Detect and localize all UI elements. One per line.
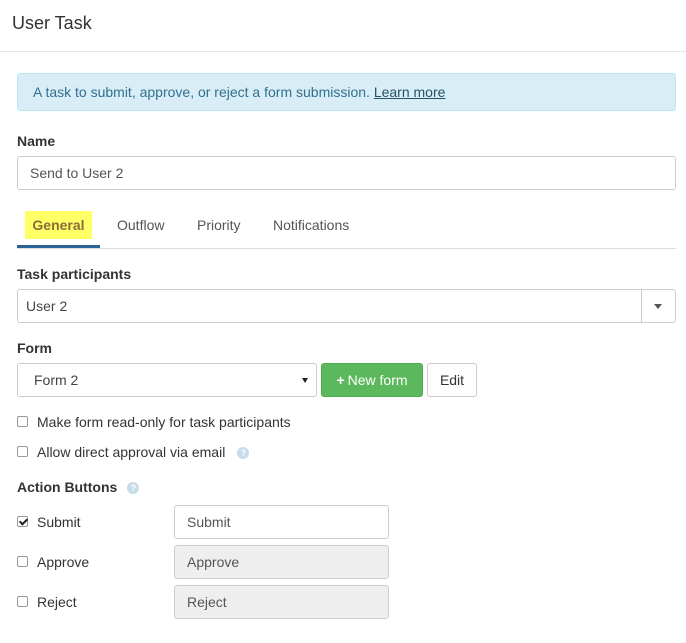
reject-option: Reject <box>17 592 167 612</box>
tab-notifications[interactable]: Notifications <box>273 205 349 248</box>
direct-approval-option: Allow direct approval via email? <box>17 442 417 462</box>
action-buttons-heading: Action Buttons <box>17 479 118 495</box>
submit-label: Submit <box>37 514 81 530</box>
reject-checkbox[interactable] <box>17 596 28 607</box>
question-circle-icon[interactable]: ? <box>237 447 250 460</box>
new-form-label: New form <box>347 372 408 388</box>
participants-value: User 2 <box>26 298 68 314</box>
approve-button-text-input <box>174 545 389 579</box>
panel-title: User Task <box>12 13 92 33</box>
reject-label: Reject <box>37 594 77 610</box>
form-select-value: Form 2 <box>34 372 79 388</box>
participants-label: Task participants <box>17 266 132 282</box>
caret-down-icon <box>654 304 662 309</box>
name-input[interactable] <box>17 156 676 190</box>
participants-select[interactable]: User 2 <box>17 289 676 323</box>
tab-general[interactable]: General <box>17 205 100 248</box>
plus-icon: + <box>336 372 345 388</box>
tab-outflow[interactable]: Outflow <box>117 205 164 248</box>
name-label: Name <box>17 133 56 149</box>
participants-dropdown-toggle[interactable] <box>641 290 675 322</box>
new-form-button[interactable]: + New form <box>321 363 423 397</box>
read-only-label: Make form read-only for task participant… <box>37 414 291 430</box>
direct-approval-label: Allow direct approval via email <box>37 444 226 460</box>
action-buttons-label: Action Buttons? <box>17 479 140 495</box>
panel-header: User Task <box>0 0 686 52</box>
direct-approval-text: Allow direct approval via email? <box>37 442 250 462</box>
read-only-checkbox[interactable] <box>17 416 28 427</box>
question-circle-icon[interactable]: ? <box>127 482 140 495</box>
info-text: A task to submit, approve, or reject a f… <box>33 84 370 100</box>
direct-approval-checkbox[interactable] <box>17 446 28 457</box>
reject-button-text-input <box>174 585 389 619</box>
edit-form-button[interactable]: Edit <box>427 363 477 397</box>
tab-general-label: General <box>25 211 92 239</box>
chevron-down-icon <box>302 378 308 383</box>
submit-button-text-input[interactable] <box>174 505 389 539</box>
tab-bar: General Outflow Priority Notifications <box>17 205 676 249</box>
approve-label: Approve <box>37 554 90 570</box>
form-label: Form <box>17 340 52 356</box>
submit-checkbox[interactable] <box>17 516 28 527</box>
approve-option: Approve <box>17 552 167 572</box>
info-alert: A task to submit, approve, or reject a f… <box>17 73 676 111</box>
learn-more-link[interactable]: Learn more <box>374 84 446 100</box>
approve-checkbox[interactable] <box>17 556 28 567</box>
read-only-option: Make form read-only for task participant… <box>17 412 417 432</box>
tab-priority[interactable]: Priority <box>197 205 241 248</box>
submit-option: Submit <box>17 512 167 532</box>
form-select[interactable]: Form 2 <box>17 363 317 397</box>
